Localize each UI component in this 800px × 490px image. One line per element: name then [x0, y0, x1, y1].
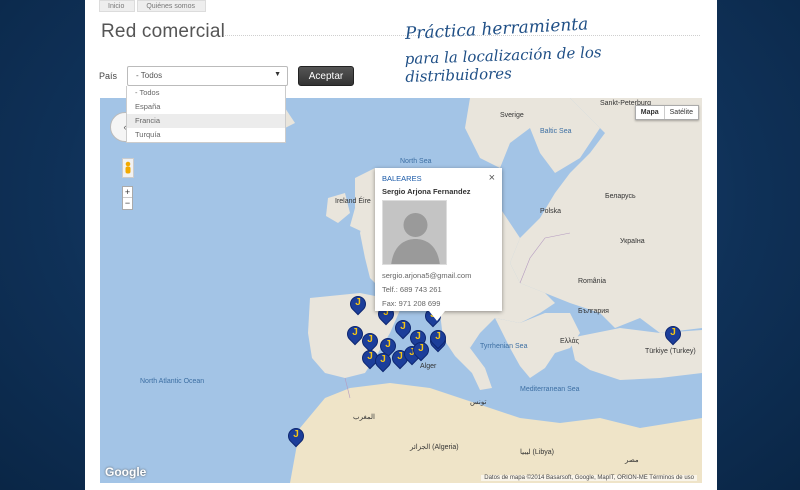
label-libya: ليبيا (Libya): [520, 449, 554, 456]
label-algeria: الجزائر (Algeria): [410, 444, 459, 451]
label-egypt: مصر: [625, 457, 639, 464]
distributor-map[interactable]: North Atlantic Ocean Ireland Éire North …: [100, 98, 702, 483]
distributor-email[interactable]: sergio.arjona5@gmail.com: [382, 271, 495, 280]
tagline-line-2: para la localización de los distribuidor…: [404, 43, 602, 86]
label-ukraine: Україна: [620, 238, 645, 245]
infowindow-region: BALEARES: [382, 174, 422, 183]
distributor-fax: Fax: 971 208 699: [382, 299, 441, 308]
label-romania: România: [578, 278, 607, 285]
zoom-in-button[interactable]: +: [123, 187, 132, 198]
breadcrumb: Inicio Quiénes somos: [99, 0, 208, 12]
breadcrumb-home[interactable]: Inicio: [99, 0, 136, 12]
distributor-marker[interactable]: J: [371, 349, 395, 375]
label-alger: Alger: [420, 363, 437, 370]
zoom-out-button[interactable]: −: [123, 198, 132, 209]
label-ireland: Ireland Éire: [335, 198, 371, 205]
tagline-line-1: Práctica herramienta: [404, 14, 589, 44]
country-dropdown-list: - Todos España Francia Turquía: [126, 86, 286, 143]
label-baltic: Baltic Sea: [540, 128, 572, 135]
distributor-phone: Telf.: 689 743 261: [382, 285, 442, 294]
content-panel: Inicio Quiénes somos Red comercial Práct…: [85, 0, 717, 490]
tagline: Práctica herramienta para la localizació…: [404, 14, 705, 86]
avatar: [382, 200, 447, 265]
distributor-marker[interactable]: J: [426, 326, 450, 352]
label-tyrrhenian: Tyrrhenian Sea: [480, 343, 528, 350]
label-belarus: Беларусь: [605, 193, 636, 200]
person-placeholder-icon: [383, 201, 446, 264]
label-mediterranean: Mediterranean Sea: [520, 386, 580, 393]
map-attribution[interactable]: Datos de mapa ©2014 Basarsoft, Google, M…: [481, 475, 697, 481]
zoom-control: + −: [122, 186, 133, 210]
country-select-value: - Todos: [136, 71, 163, 80]
country-option-france[interactable]: Francia: [127, 114, 285, 128]
label-greece: Ελλάς: [560, 338, 579, 345]
country-option-spain[interactable]: España: [127, 100, 285, 114]
label-north-sea: North Sea: [400, 158, 432, 165]
distributor-marker[interactable]: J: [346, 292, 370, 318]
distributor-name: Sergio Arjona Fernandez: [382, 187, 471, 196]
street-view-icon[interactable]: [122, 158, 134, 178]
accept-button[interactable]: Aceptar: [298, 66, 354, 86]
distributor-infowindow: BALEARES × Sergio Arjona Fernandez sergi…: [375, 168, 502, 321]
country-select[interactable]: - Todos ▼: [127, 66, 288, 86]
distributor-marker[interactable]: J: [284, 424, 308, 450]
distributor-marker[interactable]: J: [661, 322, 685, 348]
page-title: Red comercial: [101, 21, 226, 42]
label-north-atlantic: North Atlantic Ocean: [140, 378, 205, 385]
country-label: País: [99, 71, 118, 81]
chevron-down-icon: ▼: [274, 71, 281, 78]
country-option-all[interactable]: - Todos: [127, 86, 285, 100]
map-type-map[interactable]: Mapa: [636, 106, 665, 119]
label-tunisia: تونس: [470, 399, 487, 406]
distributor-marker[interactable]: J: [409, 338, 433, 364]
map-type-control: Mapa Satélite: [634, 105, 699, 120]
country-option-turkey[interactable]: Turquía: [127, 128, 285, 142]
distributor-marker[interactable]: J: [343, 322, 367, 348]
label-morocco: المغرب: [353, 414, 375, 421]
google-logo: Google: [105, 465, 147, 479]
label-bulgaria: България: [578, 308, 609, 315]
label-turkey: Türkiye (Turkey): [645, 348, 696, 355]
country-filter: País - Todos ▼ Aceptar: [99, 66, 354, 86]
label-sweden: Sverige: [500, 112, 524, 119]
label-poland: Polska: [540, 208, 562, 215]
map-type-satellite[interactable]: Satélite: [665, 106, 698, 119]
close-icon[interactable]: ×: [489, 172, 495, 184]
breadcrumb-about[interactable]: Quiénes somos: [137, 0, 206, 12]
